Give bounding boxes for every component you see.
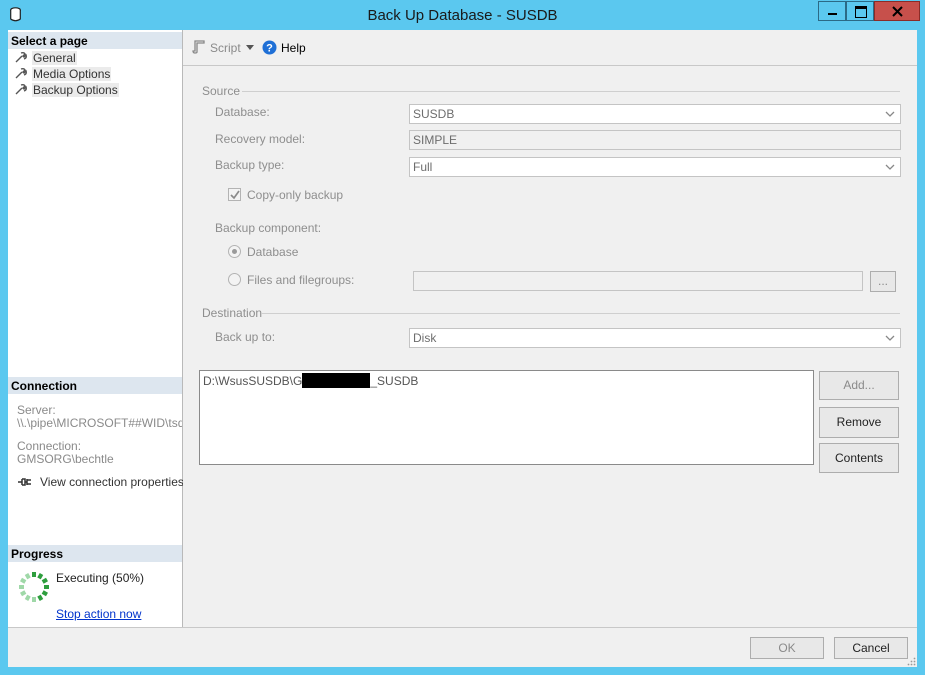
recovery-model-field: SIMPLE [409, 130, 901, 150]
destination-group-label: Destination [202, 306, 263, 320]
connection-value: GMSORG\bechtle [17, 452, 114, 466]
help-button[interactable]: Help [281, 41, 306, 55]
wrench-icon [15, 51, 27, 63]
progress-status: Executing (50%) [56, 571, 145, 585]
files-filegroups-radio[interactable] [228, 273, 241, 286]
select-page-header: Select a page [8, 32, 182, 49]
chevron-down-icon[interactable] [246, 45, 254, 50]
copy-only-label: Copy-only backup [247, 188, 344, 202]
backup-type-select[interactable]: Full [409, 157, 901, 177]
backup-type-value: Full [413, 160, 433, 174]
source-group-label: Source [202, 84, 241, 98]
server-label: Server: [17, 403, 56, 417]
svg-text:?: ? [266, 43, 273, 55]
window-title: Back Up Database - SUSDB [367, 7, 558, 24]
backup-type-label: Backup type: [215, 158, 285, 172]
cancel-button[interactable]: Cancel [834, 637, 908, 659]
back-up-to-select[interactable]: Disk [409, 328, 901, 348]
destination-path-item[interactable]: D:\WsusSUSDB\G _SUSDB [203, 373, 418, 388]
script-icon [192, 40, 205, 54]
copy-only-checkbox[interactable] [228, 188, 241, 201]
close-icon [892, 6, 903, 17]
database-radio-label: Database [247, 245, 299, 259]
page-item-backup-options[interactable]: Backup Options [14, 82, 119, 97]
browse-button[interactable]: ... [870, 271, 896, 292]
database-select[interactable]: SUSDB [409, 104, 901, 124]
maximize-button[interactable] [846, 1, 874, 21]
database-radio[interactable] [228, 245, 241, 258]
progress-header: Progress [8, 545, 182, 562]
chevron-down-icon [885, 164, 895, 170]
minimize-icon [828, 13, 837, 15]
source-divider [242, 91, 900, 92]
resize-grip-icon[interactable] [907, 657, 916, 666]
minimize-button[interactable] [818, 1, 846, 21]
destination-path-suffix: _SUSDB [370, 373, 419, 388]
spinner-segment [41, 577, 48, 584]
chevron-down-icon [885, 335, 895, 341]
connection-plug-icon [18, 478, 31, 486]
files-filegroups-field[interactable] [413, 271, 863, 291]
destination-list[interactable]: D:\WsusSUSDB\G _SUSDB [199, 370, 814, 465]
spinner-segment [37, 594, 44, 601]
spinner-segment [24, 573, 31, 580]
spinner-segment [24, 594, 31, 601]
page-item-label: Backup Options [32, 82, 119, 97]
page-item-general[interactable]: General [14, 50, 77, 65]
add-button[interactable]: Add... [819, 371, 899, 400]
spinner-segment [41, 590, 48, 597]
spinner-segment [20, 577, 27, 584]
back-up-to-label: Back up to: [215, 330, 276, 344]
script-button[interactable]: Script [210, 41, 241, 55]
spinner-segment [37, 573, 44, 580]
maximize-icon [855, 6, 867, 18]
wrench-icon [15, 67, 27, 79]
spinner-segment [20, 590, 27, 597]
contents-button[interactable]: Contents [819, 443, 899, 473]
stop-action-link[interactable]: Stop action now [56, 607, 141, 621]
page-item-label: General [32, 50, 77, 65]
page-item-label: Media Options [32, 66, 112, 81]
files-filegroups-label: Files and filegroups: [247, 273, 355, 287]
redaction-block [302, 373, 371, 388]
backup-component-label: Backup component: [215, 221, 322, 235]
view-connection-properties-link[interactable]: View connection properties [40, 475, 184, 489]
destination-divider [261, 313, 900, 314]
ok-button[interactable]: OK [750, 637, 824, 659]
server-value: \\.\pipe\MICROSOFT##WID\tsql\ [17, 416, 182, 430]
recovery-model-label: Recovery model: [215, 132, 306, 146]
radio-dot [232, 249, 237, 254]
remove-button[interactable]: Remove [819, 407, 899, 438]
connection-label: Connection: [17, 439, 82, 453]
checkmark-icon [230, 190, 240, 200]
progress-spinner-icon [19, 572, 49, 602]
wrench-icon [15, 83, 27, 95]
close-button[interactable] [874, 1, 920, 21]
chevron-down-icon [885, 111, 895, 117]
back-up-to-value: Disk [413, 331, 437, 345]
recovery-model-value: SIMPLE [413, 133, 458, 147]
left-pane [8, 30, 183, 627]
database-select-value: SUSDB [413, 107, 455, 121]
connection-header: Connection [8, 377, 182, 394]
database-label: Database: [215, 105, 270, 119]
help-icon: ? [262, 40, 277, 55]
page-item-media-options[interactable]: Media Options [14, 66, 112, 81]
destination-path-prefix: D:\WsusSUSDB\G [203, 373, 303, 388]
